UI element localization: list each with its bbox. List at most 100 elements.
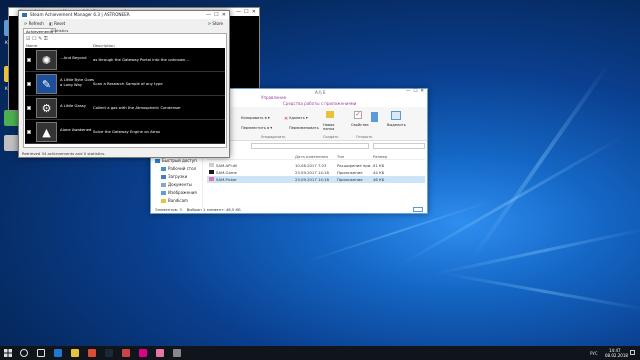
- open-icon: [371, 112, 378, 122]
- sam-window[interactable]: Steam Achievement Manager 6.3 | ASTRONEE…: [18, 10, 230, 158]
- achievement-row[interactable]: ✎ A Little Byte Goes a Long Way Scan a R…: [25, 72, 225, 96]
- rename-button[interactable]: Переименовать: [289, 126, 319, 131]
- nav-bandicam[interactable]: Bandicam: [161, 198, 188, 203]
- search-icon[interactable]: [20, 349, 28, 357]
- achievement-checkbox[interactable]: [27, 130, 31, 134]
- nav-downloads[interactable]: Загрузки: [161, 174, 187, 179]
- search-box[interactable]: [373, 143, 425, 149]
- nav-quick-access[interactable]: Быстрый доступ: [155, 158, 197, 163]
- delete-button[interactable]: Удалить ▾: [289, 116, 308, 121]
- achievement-name: ...And Beyond: [60, 55, 87, 60]
- achievement-checkbox[interactable]: [27, 106, 31, 110]
- delete-icon: ✕: [284, 116, 289, 122]
- achievement-description: Scan a Research Sample of any type: [93, 81, 163, 86]
- achievement-name: A Little Byte Goes a Long Way: [60, 77, 95, 87]
- file-row[interactable]: SAM.Game 23.09.2017 14:18 Приложение 44 …: [207, 169, 425, 176]
- app-icon-2[interactable]: [139, 349, 147, 357]
- address-bar[interactable]: [251, 143, 369, 149]
- achievement-icon: ✎: [36, 74, 57, 94]
- file-size: 44 КБ: [373, 170, 385, 175]
- properties-button[interactable]: Свойства: [351, 123, 369, 128]
- chrome-icon[interactable]: [88, 349, 96, 357]
- sam-app-icon: [22, 13, 27, 17]
- steam-icon[interactable]: [105, 349, 113, 357]
- achievement-row[interactable]: ⚙ A Little Gassy Collect a gas with the …: [25, 96, 225, 120]
- taskbar: РУС 14:47 08.02.2018: [0, 346, 640, 360]
- explorer-path: A:\\ E: [315, 90, 326, 95]
- refresh-button[interactable]: ⟳ Refresh: [24, 21, 44, 26]
- achievement-icon: ▲: [36, 122, 57, 142]
- column-size[interactable]: Размер: [373, 153, 387, 160]
- star-icon: [155, 159, 160, 163]
- column-type[interactable]: Тип: [337, 153, 344, 160]
- window-controls: — ☐ ✕: [405, 89, 424, 94]
- file-name: SAM.Game: [216, 170, 237, 175]
- achievement-description: Collect a gas with the Atmospheric Conde…: [93, 105, 181, 110]
- group-create: Создать: [323, 135, 339, 139]
- achievement-icon: ✺: [36, 50, 57, 70]
- new-folder-button[interactable]: Новая папка: [323, 123, 337, 131]
- group-open: Открыть: [356, 135, 373, 139]
- language-indicator[interactable]: РУС: [590, 351, 598, 356]
- start-button[interactable]: [4, 349, 12, 357]
- file-date: 23.09.2017 14:18: [295, 170, 329, 175]
- move-to-button[interactable]: Переместить в ▾: [241, 126, 272, 131]
- explorer-status: Элементов: 3 Выбран 1 элемент: 46,5 КБ: [155, 207, 241, 212]
- properties-icon: ✓: [354, 111, 362, 119]
- clock-date[interactable]: 08.02.2018: [605, 353, 628, 358]
- file-size: 51 КБ: [373, 163, 385, 168]
- select-button[interactable]: Выделить: [387, 123, 406, 128]
- nav-label: Рабочий стол: [168, 166, 197, 171]
- app-icon[interactable]: [122, 349, 130, 357]
- achievement-icon: ⚙: [36, 98, 57, 118]
- nav-label: Bandicam: [168, 198, 188, 203]
- achievement-row[interactable]: ✺ ...And Beyond as through the Gateway P…: [25, 48, 225, 72]
- nav-label: Загрузки: [168, 174, 188, 179]
- achievement-description: Solve the Gateway Engine on Atrox: [93, 129, 161, 134]
- store-button[interactable]: ⟳ Store: [208, 21, 223, 26]
- app-file-icon: [209, 170, 214, 174]
- sam-status: Retrieved 34 achievements and 0 statisti…: [22, 151, 106, 156]
- achievement-description: as through the Gateway Portal into the u…: [93, 57, 189, 62]
- file-name: SAM.API.dll: [216, 163, 238, 168]
- picker-file-icon: [209, 177, 214, 181]
- group-organize: Упорядочить: [261, 135, 286, 139]
- notification-icon[interactable]: [630, 350, 635, 355]
- window-controls: — ☐ ✕: [205, 12, 226, 18]
- nav-label: Изображения: [168, 190, 197, 195]
- achievement-row[interactable]: ▲ Alone Awakened Solve the Gateway Engin…: [25, 120, 225, 144]
- achievement-checkbox[interactable]: [27, 82, 31, 86]
- edge-icon[interactable]: [54, 349, 62, 357]
- reset-label: Reset: [54, 21, 66, 26]
- select-icon: [391, 111, 401, 120]
- nav-documents[interactable]: Документы: [161, 182, 192, 187]
- nav-label: Быстрый доступ: [162, 158, 197, 163]
- achievement-name: Alone Awakened: [60, 127, 92, 132]
- copy-to-button[interactable]: Копировать в ▾: [241, 116, 270, 121]
- column-date[interactable]: Дата изменения: [295, 153, 328, 160]
- file-row[interactable]: SAM.API.dll 10.08.2017 7:23 Расширение п…: [207, 162, 425, 169]
- task-view-icon[interactable]: [37, 349, 45, 357]
- explorer-icon[interactable]: [71, 349, 79, 357]
- achievement-name: A Little Gassy: [60, 103, 87, 108]
- achievement-checkbox[interactable]: [27, 58, 31, 62]
- app-icon-3[interactable]: [173, 349, 181, 357]
- file-date: 10.08.2017 7:23: [295, 163, 327, 168]
- nav-desktop[interactable]: Рабочий стол: [161, 166, 196, 171]
- file-row-selected[interactable]: SAM.Picker 23.09.2017 14:18 Приложение 4…: [207, 176, 425, 183]
- store-icon: ⟳: [207, 21, 212, 26]
- download-icon: [161, 175, 166, 179]
- view-toggle[interactable]: [413, 207, 423, 212]
- sam-title: Steam Achievement Manager 6.3 | ASTRONEE…: [19, 11, 229, 19]
- nav-label: Документы: [168, 182, 192, 187]
- window-controls: — ☐ ✕: [235, 9, 256, 15]
- picker-icon[interactable]: [156, 349, 164, 357]
- reset-button[interactable]: ◧ Reset: [49, 21, 65, 26]
- file-date: 23.09.2017 14:18: [295, 177, 329, 182]
- achievement-toolbar: ☑ ☐ ✎ ⚿: [26, 36, 48, 42]
- nav-pictures[interactable]: Изображения: [161, 190, 197, 195]
- refresh-label: Refresh: [28, 21, 44, 26]
- new-folder-icon: [326, 111, 334, 118]
- file-list-header: Имя Дата изменения Тип Размер: [207, 153, 425, 160]
- dll-file-icon: [209, 163, 214, 167]
